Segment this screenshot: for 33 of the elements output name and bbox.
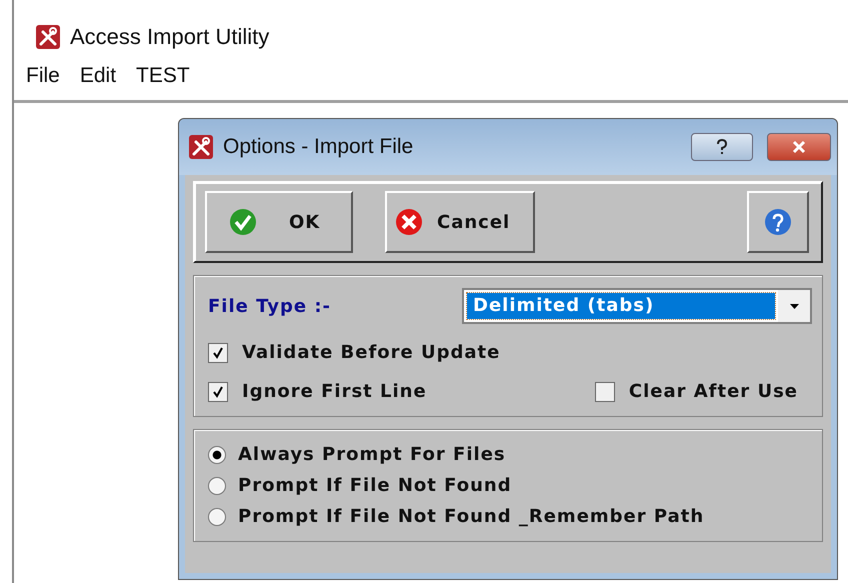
checkbox[interactable] [208,342,228,362]
cancel-button[interactable]: Cancel [385,191,535,253]
checkbox-label: Ignore First Line [242,381,427,402]
menu-item[interactable]: Edit [80,64,116,100]
question-icon [715,139,729,155]
checkbox[interactable] [208,382,228,402]
check-icon [212,386,224,398]
checkbox[interactable] [594,382,615,402]
close-icon [791,140,807,154]
radio-button[interactable] [208,446,226,464]
help-icon [764,208,792,236]
radio-label: Always Prompt For Files [238,444,506,465]
tools-icon [189,135,213,159]
close-button[interactable] [767,133,831,161]
menu-item[interactable]: TEST [136,64,190,100]
ok-button[interactable]: OK [205,191,353,253]
dialog-title: Options - Import File [223,135,414,159]
window-title: Access Import Utility [70,24,270,50]
radio-label: Prompt If File Not Found [238,475,512,496]
radio-button[interactable] [208,476,226,494]
caret-icon [790,304,798,308]
close-icon [395,208,423,236]
check-icon [212,346,224,358]
file-type-dropdown[interactable]: Delimited (tabs) [462,288,812,324]
checkbox-label: Validate Before Update [242,342,500,363]
check-icon [229,208,257,236]
tools-icon [36,25,60,49]
help-button[interactable] [691,133,753,161]
menu-item[interactable]: File [26,64,60,100]
checkbox-label: Clear After Use [628,381,798,402]
radio-label: Prompt If File Not Found _Remember Path [238,506,704,527]
radio-button[interactable] [208,508,226,526]
field-label: File Type :- [208,296,332,316]
